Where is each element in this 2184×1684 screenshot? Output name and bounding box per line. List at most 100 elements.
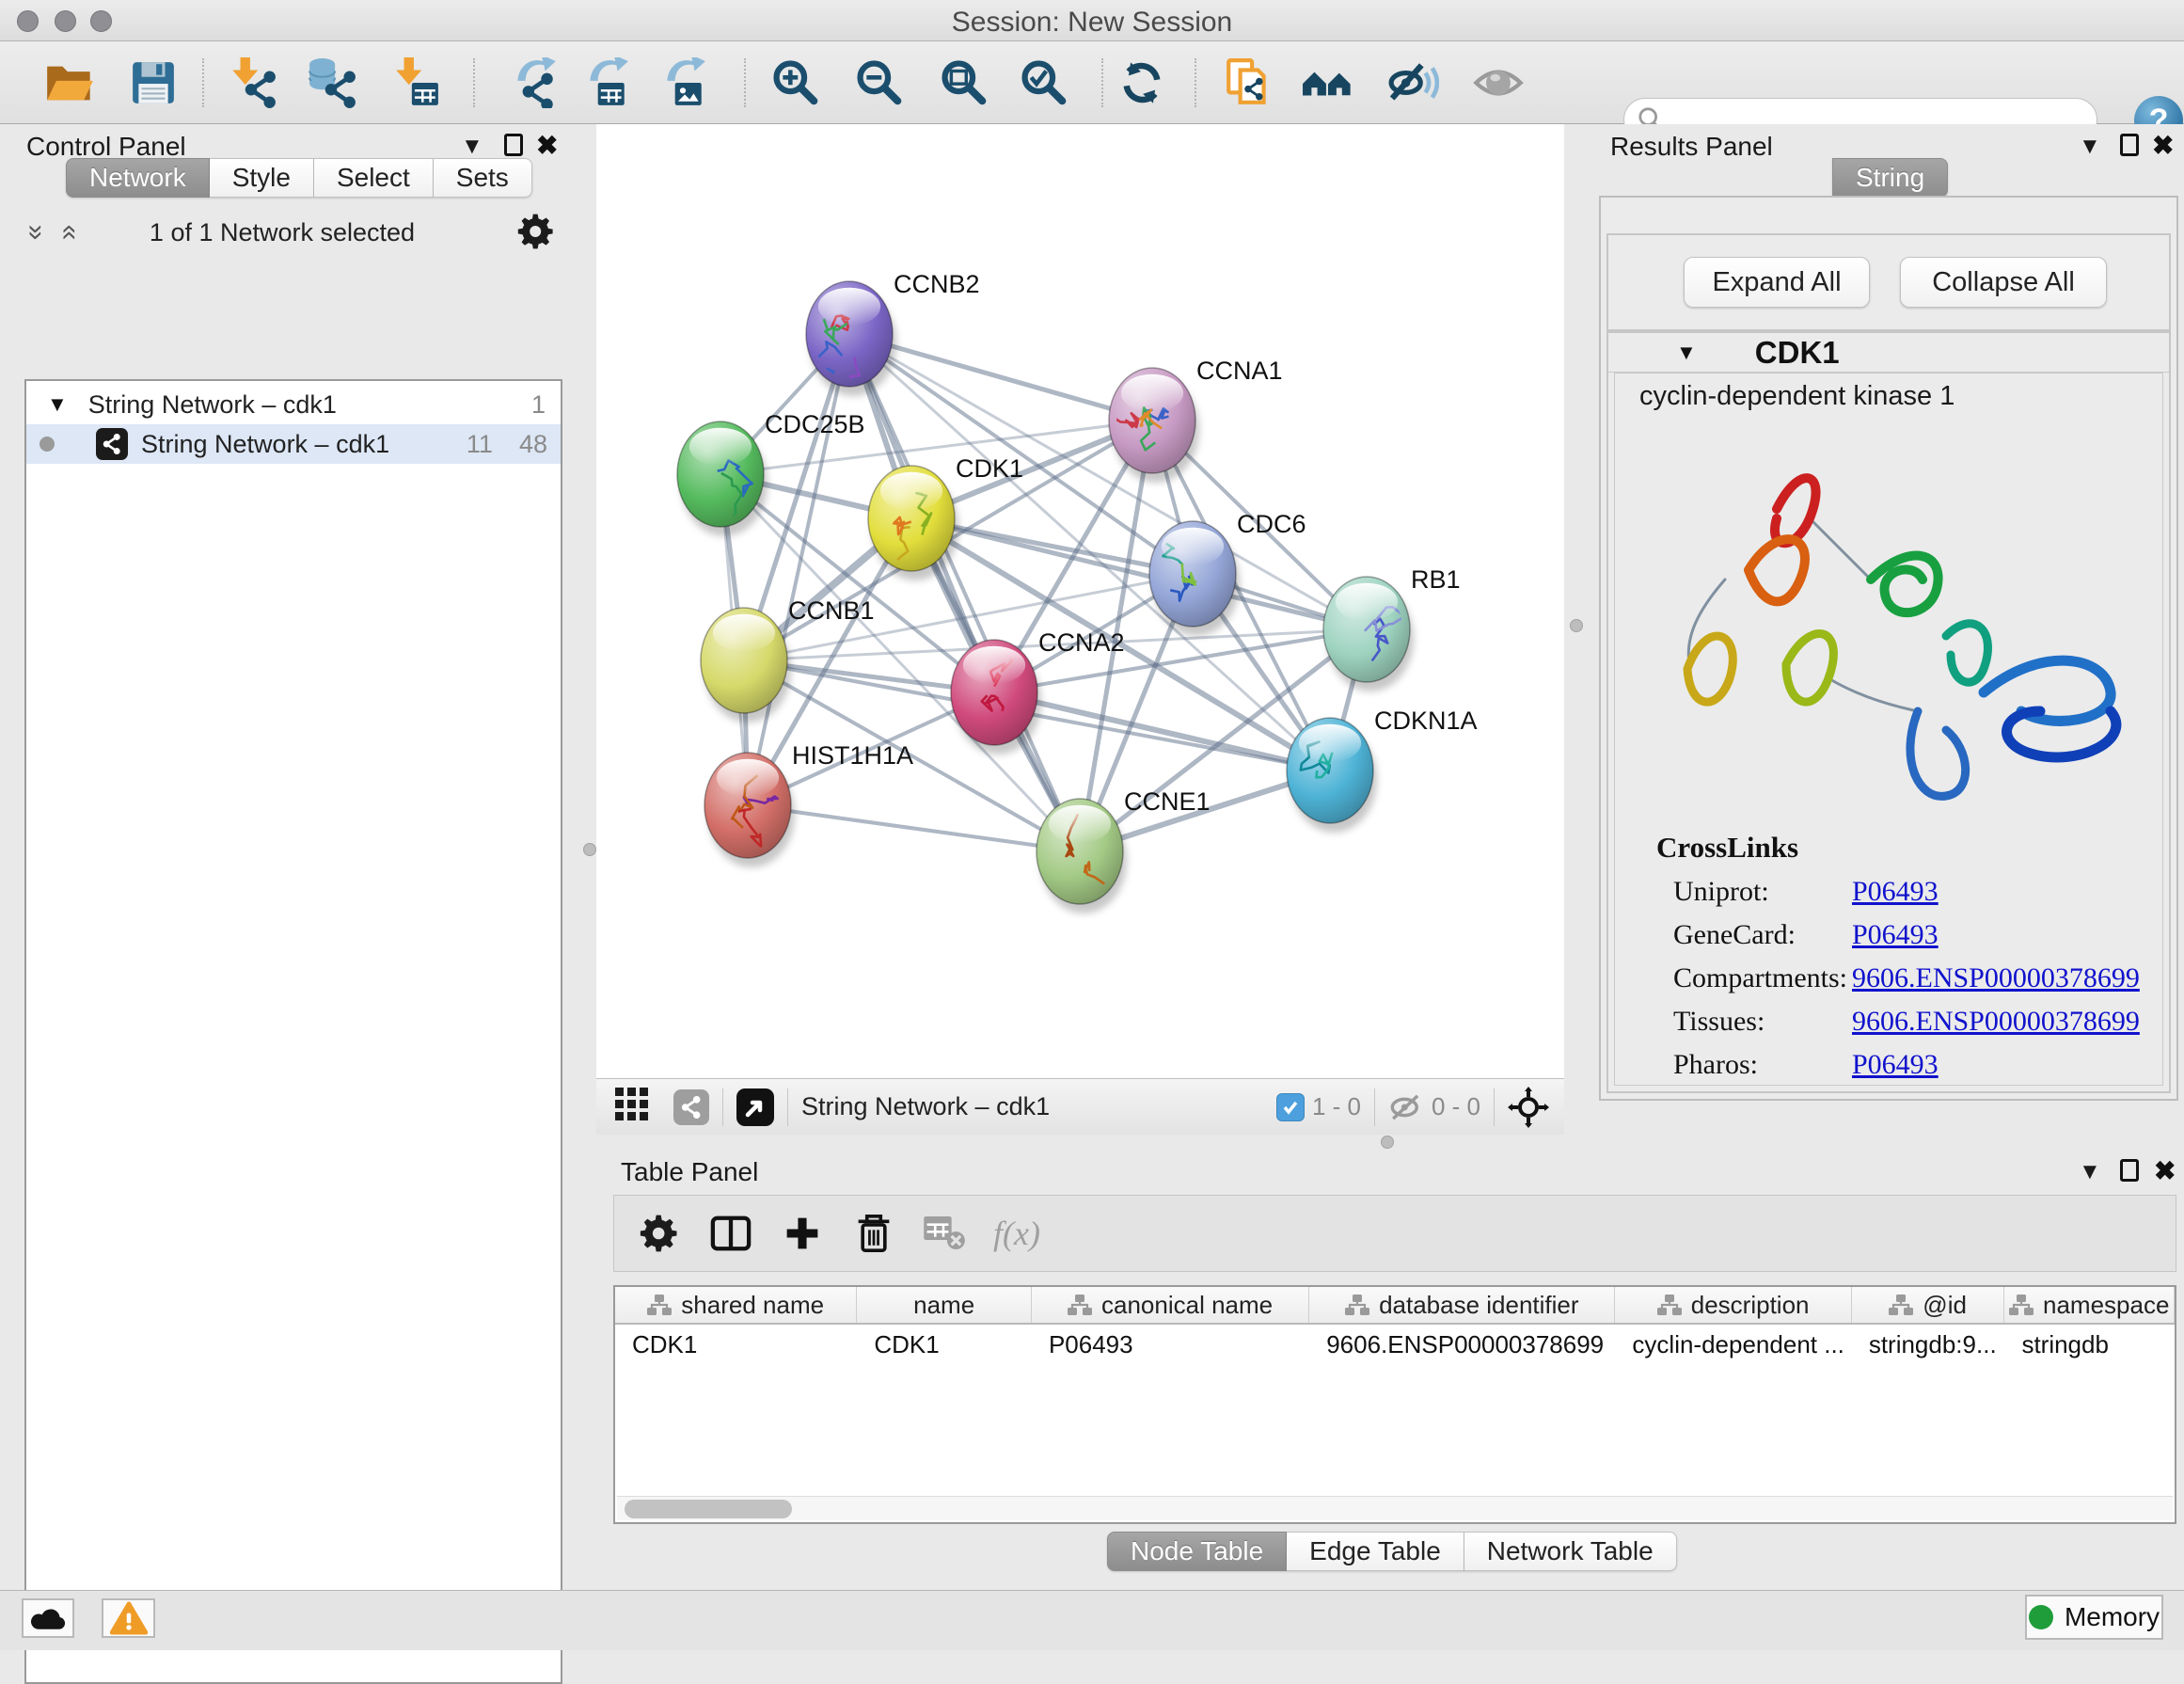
- collapse-all-button[interactable]: Collapse All: [1900, 257, 2107, 308]
- results-panel-close-icon[interactable]: ✖: [2152, 130, 2174, 161]
- export-network-button[interactable]: [506, 55, 561, 111]
- warning-status-button[interactable]: [102, 1598, 155, 1638]
- column-header-shared-name[interactable]: shared name: [615, 1287, 857, 1323]
- zoom-out-button[interactable]: [852, 55, 907, 111]
- results-panel-float-icon[interactable]: [2120, 134, 2139, 156]
- column-header-canonical-name[interactable]: canonical name: [1032, 1287, 1309, 1323]
- network-badge-button[interactable]: [673, 1089, 709, 1125]
- crosslink-label: GeneCard:: [1673, 919, 1852, 951]
- network-node-CCNE1[interactable]: CCNE1: [1037, 787, 1211, 913]
- control-panel-menu-caret-icon[interactable]: ▼: [461, 134, 483, 160]
- network-collection-row[interactable]: ▼ String Network – cdk1 1: [26, 385, 561, 424]
- network-node-CDKN1A[interactable]: CDKN1A: [1287, 707, 1478, 833]
- horizontal-splitter-handle[interactable]: [1381, 1136, 1394, 1149]
- selected-items-checkbox-icon[interactable]: [1276, 1093, 1305, 1121]
- column-header--id[interactable]: @id: [1852, 1287, 2005, 1323]
- network-node-CCNB1[interactable]: CCNB1: [701, 596, 875, 723]
- zoom-selected-button[interactable]: [1017, 55, 1071, 111]
- collection-expand-caret-icon[interactable]: ▼: [47, 392, 68, 417]
- tab-node-table[interactable]: Node Table: [1107, 1532, 1287, 1571]
- control-panel-close-icon[interactable]: ✖: [536, 130, 558, 161]
- table-options-gear-button[interactable]: [624, 1200, 695, 1266]
- network-node-CDC6[interactable]: CDC6: [1149, 510, 1306, 636]
- string-network-graph[interactable]: CCNB2CCNA1CDC25BCDK1CDC6RB1CCNB1CCNA2CDK…: [596, 124, 1564, 1078]
- refresh-network-button[interactable]: [1115, 55, 1169, 111]
- table-cell[interactable]: CDK1: [615, 1325, 857, 1364]
- collapse-all-networks-button[interactable]: »: [28, 218, 44, 246]
- tab-edge-table[interactable]: Edge Table: [1287, 1532, 1464, 1571]
- tab-network[interactable]: Network: [66, 158, 210, 198]
- table-header-row: shared namenamecanonical namedatabase id…: [615, 1287, 2175, 1325]
- birdseye-crosshair-icon[interactable]: [1508, 1087, 1549, 1128]
- function-builder-button[interactable]: f(x): [981, 1200, 1052, 1266]
- crosslink-link[interactable]: P06493: [1852, 1049, 1939, 1081]
- column-header-name[interactable]: name: [857, 1287, 1032, 1323]
- detach-view-button[interactable]: [736, 1088, 774, 1126]
- export-image-button[interactable]: [656, 55, 710, 111]
- network-node-CCNB2[interactable]: CCNB2: [806, 270, 980, 406]
- import-network-from-file-button[interactable]: [225, 55, 279, 111]
- network-edge-CCNA2-CDKN1A[interactable]: [994, 692, 1330, 771]
- network-row-selected[interactable]: String Network – cdk1 11 48: [26, 424, 561, 464]
- create-column-button[interactable]: [767, 1200, 838, 1266]
- crosslink-link[interactable]: 9606.ENSP00000378699: [1852, 1006, 2140, 1038]
- delete-table-button[interactable]: [910, 1200, 981, 1266]
- cloud-status-button[interactable]: [22, 1598, 74, 1638]
- show-columns-button[interactable]: [695, 1200, 767, 1266]
- show-graphics-details-button[interactable]: [1471, 55, 1526, 111]
- zoom-fit-button[interactable]: [937, 55, 991, 111]
- crosslink-link[interactable]: P06493: [1852, 876, 1939, 908]
- network-options-gear-button[interactable]: [517, 213, 555, 255]
- export-table-button[interactable]: [578, 55, 633, 111]
- memory-button[interactable]: Memory: [2025, 1595, 2163, 1640]
- network-edge-CCNB2-HIST1H1A[interactable]: [748, 334, 849, 805]
- table-cell[interactable]: stringdb: [2004, 1325, 2175, 1364]
- grid-mode-button[interactable]: [615, 1088, 649, 1126]
- scrollbar-thumb[interactable]: [625, 1500, 792, 1518]
- string-home-button[interactable]: [1301, 55, 1355, 111]
- table-cell[interactable]: 9606.ENSP00000378699: [1309, 1325, 1615, 1364]
- import-network-from-database-button[interactable]: [305, 55, 359, 111]
- expand-all-button[interactable]: Expand All: [1684, 257, 1870, 308]
- node-section-header[interactable]: ▼ CDK1: [1608, 333, 2169, 373]
- table-panel-float-icon[interactable]: [2120, 1159, 2139, 1182]
- tab-select[interactable]: Select: [314, 158, 434, 198]
- network-edge-CCNB2-CCNE1[interactable]: [849, 334, 1080, 851]
- tab-network-table[interactable]: Network Table: [1464, 1532, 1677, 1571]
- tab-sets[interactable]: Sets: [434, 158, 532, 198]
- table-cell[interactable]: stringdb:9...: [1852, 1325, 2005, 1364]
- tab-string[interactable]: String: [1832, 158, 1948, 198]
- expand-all-networks-button[interactable]: «: [62, 218, 78, 246]
- open-session-button[interactable]: [42, 55, 97, 111]
- table-cell[interactable]: cyclin-dependent ...: [1615, 1325, 1851, 1364]
- left-splitter-handle[interactable]: [583, 843, 596, 856]
- table-panel-menu-caret-icon[interactable]: ▼: [2079, 1159, 2101, 1185]
- control-panel-float-icon[interactable]: [504, 134, 523, 156]
- table-cell[interactable]: CDK1: [857, 1325, 1032, 1364]
- column-header-database-identifier[interactable]: database identifier: [1309, 1287, 1615, 1323]
- right-splitter-handle[interactable]: [1570, 619, 1583, 632]
- table-panel-title: Table Panel: [621, 1157, 758, 1187]
- network-edge-HIST1H1A-CCNE1[interactable]: [748, 805, 1080, 851]
- string-documents-button[interactable]: [1222, 55, 1276, 111]
- delete-column-button[interactable]: [838, 1200, 910, 1266]
- network-node-RB1[interactable]: RB1: [1323, 565, 1461, 691]
- tab-style[interactable]: Style: [210, 158, 314, 198]
- table-cell[interactable]: P06493: [1032, 1325, 1309, 1364]
- hide-selected-button[interactable]: [1386, 55, 1441, 111]
- save-session-button[interactable]: [126, 55, 181, 111]
- crosslink-link[interactable]: 9606.ENSP00000378699: [1852, 962, 2140, 994]
- import-table-from-file-button[interactable]: [388, 55, 443, 111]
- network-node-HIST1H1A[interactable]: HIST1H1A: [704, 741, 913, 867]
- column-header-namespace[interactable]: namespace: [2004, 1287, 2175, 1323]
- crosslink-link[interactable]: P06493: [1852, 919, 1939, 951]
- table-horizontal-scrollbar[interactable]: [617, 1496, 2173, 1520]
- network-view-canvas[interactable]: CCNB2CCNA1CDC25BCDK1CDC6RB1CCNB1CCNA2CDK…: [596, 124, 1564, 1078]
- column-header-description[interactable]: description: [1615, 1287, 1851, 1323]
- results-panel-menu-caret-icon[interactable]: ▼: [2079, 134, 2101, 160]
- zoom-in-button[interactable]: [768, 55, 823, 111]
- table-panel-close-icon[interactable]: ✖: [2154, 1155, 2176, 1186]
- network-node-CDC25B[interactable]: CDC25B: [677, 410, 865, 536]
- table-row[interactable]: CDK1CDK1P064939606.ENSP00000378699cyclin…: [615, 1325, 2175, 1364]
- hidden-items-eye-icon[interactable]: [1388, 1093, 1424, 1121]
